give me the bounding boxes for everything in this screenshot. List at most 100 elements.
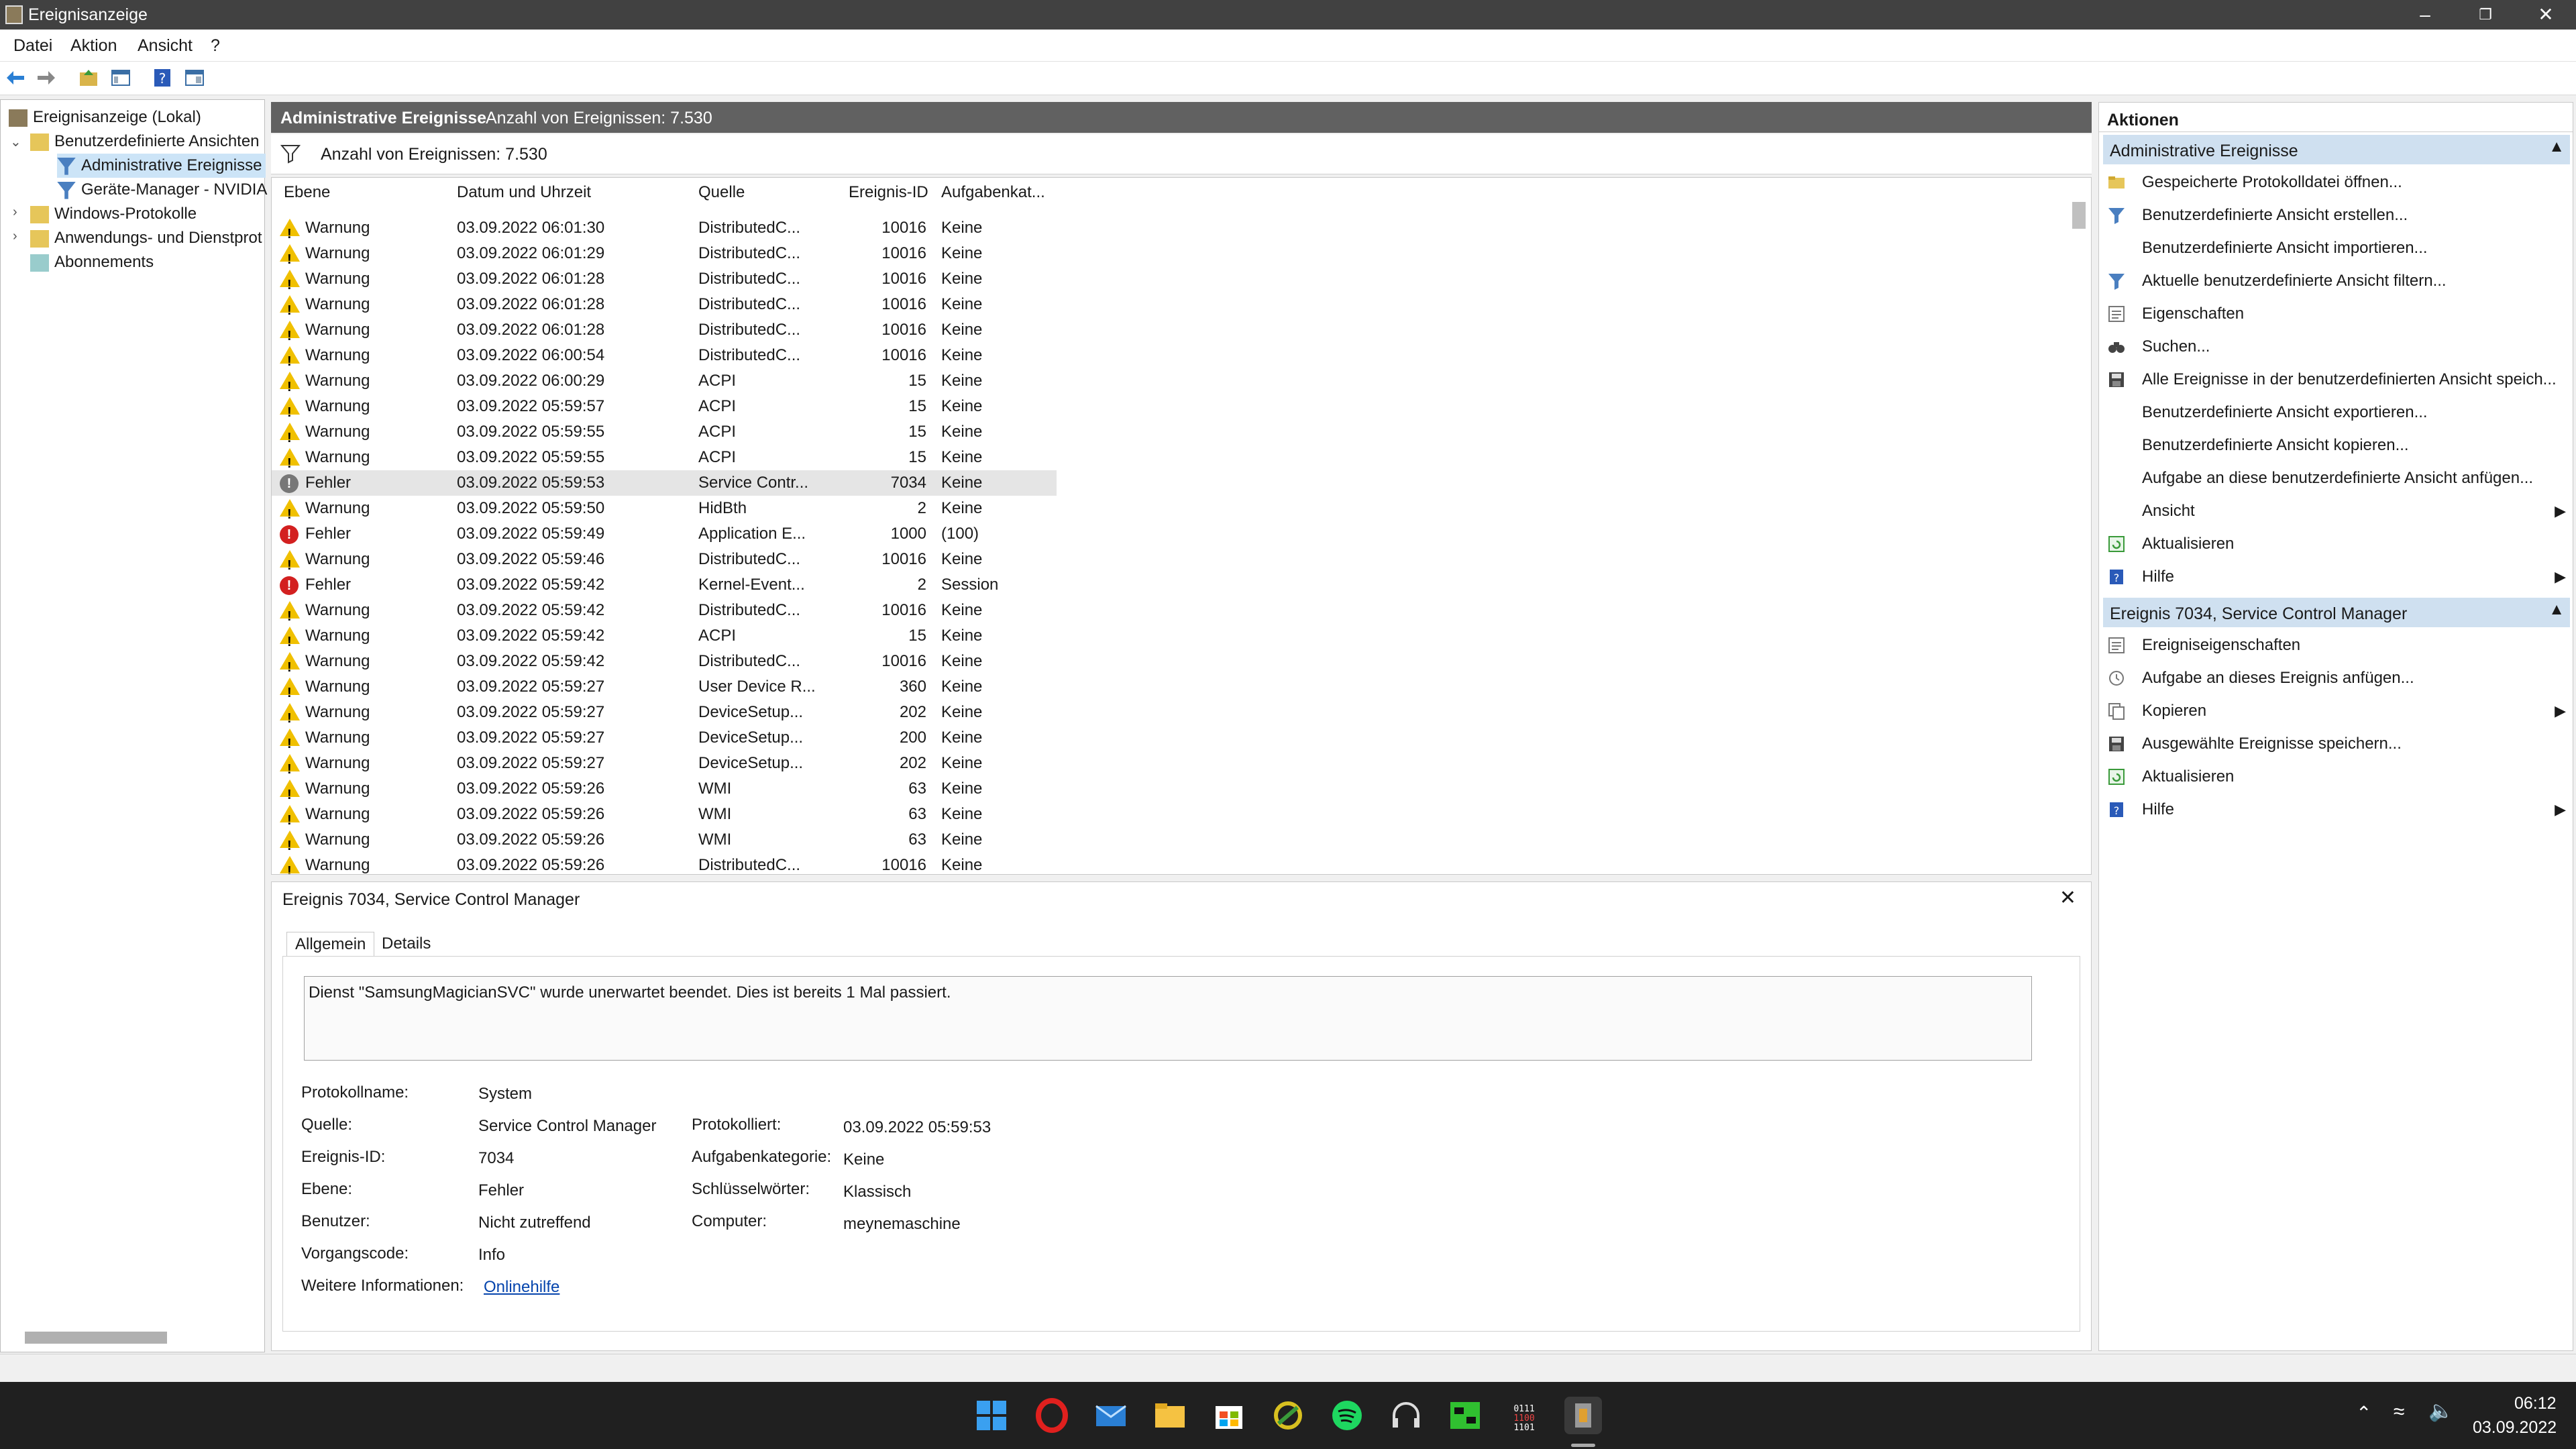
file-explorer-icon[interactable] (1151, 1397, 1189, 1434)
action-item[interactable]: Aufgabe an dieses Ereignis anfügen... (2099, 663, 2573, 694)
table-row[interactable]: Warnung 03.09.2022 05:59:27 DeviceSetup...… (272, 700, 1057, 731)
table-row[interactable]: Warnung 03.09.2022 05:59:27 DeviceSetup...… (272, 751, 1057, 782)
up-folder-icon[interactable] (78, 67, 99, 89)
action-item[interactable]: Suchen... (2099, 331, 2573, 362)
table-row[interactable]: ! Fehler 03.09.2022 05:59:53 Service Contr.… (272, 470, 1057, 496)
close-icon[interactable]: ✕ (2059, 886, 2076, 910)
table-row[interactable]: Warnung 03.09.2022 05:59:26 WMI 63 Keine (272, 827, 1057, 859)
binary-app-icon[interactable]: 011111001101 (1505, 1397, 1543, 1434)
table-row[interactable]: Warnung 03.09.2022 06:00:54 DistributedC..… (272, 343, 1057, 374)
table-row[interactable]: Warnung 03.09.2022 06:01:28 DistributedC..… (272, 317, 1057, 349)
tree-item-subscriptions[interactable]: Abonnements (30, 250, 154, 274)
table-row[interactable]: Warnung 03.09.2022 06:01:30 DistributedC..… (272, 215, 1057, 247)
restore-button[interactable]: ❐ (2455, 0, 2516, 30)
action-item[interactable]: Eigenschaften (2099, 299, 2573, 329)
chevron-down-icon[interactable]: ⌄ (10, 133, 21, 150)
table-row[interactable]: Warnung 03.09.2022 05:59:42 DistributedC..… (272, 598, 1057, 629)
action-item[interactable]: Benutzerdefinierte Ansicht exportieren..… (2099, 397, 2573, 428)
actions-section-admin-events[interactable]: Administrative Ereignisse ▲ (2103, 135, 2570, 164)
forward-arrow-icon[interactable] (35, 67, 56, 89)
speaker-icon[interactable]: 🔈 (2428, 1399, 2453, 1423)
chevron-up-icon[interactable]: ▲ (2548, 138, 2565, 156)
action-item[interactable]: Ansicht ▶ (2099, 496, 2573, 527)
tree-item-device-manager[interactable]: Geräte-Manager - NVIDIA (57, 178, 267, 202)
menu-help[interactable]: ? (211, 36, 220, 56)
table-row[interactable]: Warnung 03.09.2022 05:59:42 ACPI 15 Keine (272, 623, 1057, 655)
table-row[interactable]: Warnung 03.09.2022 05:59:55 ACPI 15 Keine (272, 419, 1057, 451)
action-item[interactable]: Gespeicherte Protokolldatei öffnen... (2099, 167, 2573, 198)
table-row[interactable]: Warnung 03.09.2022 05:59:26 DistributedC..… (272, 853, 1057, 874)
tab-allgemein[interactable]: Allgemein (286, 932, 375, 957)
help-icon[interactable]: ? (152, 67, 173, 89)
tree-item-app-service-logs[interactable]: Anwendungs- und Dienstprotokolle (30, 226, 262, 250)
column-event-id[interactable]: Ereignis-ID (849, 183, 928, 202)
back-arrow-icon[interactable] (5, 67, 27, 89)
action-item[interactable]: Benutzerdefinierte Ansicht erstellen... (2099, 200, 2573, 231)
clock-date[interactable]: 03.09.2022 (2473, 1418, 2557, 1438)
table-row[interactable]: Warnung 03.09.2022 05:59:26 WMI 63 Keine (272, 802, 1057, 833)
tab-details[interactable]: Details (374, 932, 439, 956)
action-item[interactable]: Kopieren ▶ (2099, 696, 2573, 727)
table-row[interactable]: Warnung 03.09.2022 05:59:46 DistributedC..… (272, 547, 1057, 578)
tree-item-custom-views[interactable]: Benutzerdefinierte Ansichten (30, 129, 260, 154)
show-hide-tree-icon[interactable] (110, 67, 131, 89)
table-row[interactable]: Warnung 03.09.2022 05:59:42 DistributedC..… (272, 649, 1057, 680)
event-viewer-taskbar-button[interactable] (1564, 1397, 1602, 1434)
menu-ansicht[interactable]: Ansicht (138, 36, 193, 56)
table-row[interactable]: Warnung 03.09.2022 05:59:27 User Device R.… (272, 674, 1057, 706)
chevron-up-icon[interactable]: ⌃ (2356, 1402, 2371, 1424)
menu-aktion[interactable]: Aktion (70, 36, 117, 56)
column-source[interactable]: Quelle (698, 183, 745, 202)
table-row[interactable]: ! Fehler 03.09.2022 05:59:49 Application E.… (272, 521, 1057, 547)
online-help-link[interactable]: Onlinehilfe (484, 1278, 559, 1297)
tree-horizontal-scrollbar[interactable] (25, 1332, 167, 1344)
table-row[interactable]: ! Fehler 03.09.2022 05:59:42 Kernel-Event..… (272, 572, 1057, 598)
table-row[interactable]: Warnung 03.09.2022 06:00:29 ACPI 15 Keine (272, 368, 1057, 400)
chevron-right-icon[interactable]: › (13, 205, 17, 220)
column-date[interactable]: Datum und Uhrzeit (457, 183, 591, 202)
table-row[interactable]: Warnung 03.09.2022 05:59:27 DeviceSetup...… (272, 725, 1057, 757)
show-hide-action-pane-icon[interactable] (184, 67, 205, 89)
action-item[interactable]: Benutzerdefinierte Ansicht importieren..… (2099, 233, 2573, 264)
close-button[interactable]: ✕ (2516, 0, 2576, 30)
table-row[interactable]: Warnung 03.09.2022 05:59:57 ACPI 15 Keine (272, 394, 1057, 425)
action-item[interactable]: Aktualisieren (2099, 761, 2573, 792)
spotify-icon[interactable] (1328, 1397, 1366, 1434)
clock-time[interactable]: 06:12 (2514, 1394, 2557, 1413)
action-item[interactable]: Benutzerdefinierte Ansicht kopieren... (2099, 430, 2573, 461)
action-item[interactable]: Ausgewählte Ereignisse speichern... (2099, 729, 2573, 759)
windows-start-icon[interactable] (973, 1397, 1010, 1434)
tree-item-windows-logs[interactable]: Windows-Protokolle (30, 202, 197, 226)
app-icon-green-terminal[interactable] (1446, 1397, 1484, 1434)
action-item[interactable]: Ereigniseigenschaften (2099, 630, 2573, 661)
headphones-icon[interactable] (1387, 1397, 1425, 1434)
table-row[interactable]: Warnung 03.09.2022 05:59:50 HidBth 2 Keine (272, 496, 1057, 527)
action-item[interactable]: Aktuelle benutzerdefinierte Ansicht filt… (2099, 266, 2573, 297)
tree-item-administrative-events[interactable]: Administrative Ereignisse (57, 154, 266, 178)
actions-section-event[interactable]: Ereignis 7034, Service Control Manager ▲ (2103, 598, 2570, 627)
action-item[interactable]: Alle Ereignisse in der benutzerdefiniert… (2099, 364, 2573, 395)
app-icon-yellow-green[interactable] (1269, 1397, 1307, 1434)
action-item[interactable]: Aktualisieren (2099, 529, 2573, 559)
wifi-icon[interactable]: ≈ (2394, 1401, 2404, 1424)
event-description[interactable]: Dienst "SamsungMagicianSVC" wurde unerwa… (304, 976, 2032, 1061)
table-row[interactable]: Warnung 03.09.2022 06:01:28 DistributedC..… (272, 266, 1057, 298)
action-item[interactable]: Aufgabe an diese benutzerdefinierte Ansi… (2099, 463, 2573, 494)
event-list-scrollbar-thumb[interactable] (2072, 202, 2086, 229)
chevron-right-icon[interactable]: › (13, 229, 17, 244)
opera-browser-icon[interactable] (1033, 1397, 1071, 1434)
chevron-up-icon[interactable]: ▲ (2548, 600, 2565, 619)
mail-icon[interactable] (1092, 1397, 1130, 1434)
action-item[interactable]: ? Hilfe ▶ (2099, 561, 2573, 592)
column-level[interactable]: Ebene (284, 183, 330, 202)
tree-root[interactable]: Ereignisanzeige (Lokal) (9, 105, 201, 129)
minimize-button[interactable]: – (2395, 0, 2455, 30)
action-item[interactable]: ? Hilfe ▶ (2099, 794, 2573, 825)
table-row[interactable]: Warnung 03.09.2022 05:59:55 ACPI 15 Keine (272, 445, 1057, 476)
table-row[interactable]: Warnung 03.09.2022 05:59:26 WMI 63 Keine (272, 776, 1057, 808)
table-row[interactable]: Warnung 03.09.2022 06:01:28 DistributedC..… (272, 292, 1057, 323)
menu-datei[interactable]: Datei (13, 36, 52, 56)
column-task-category[interactable]: Aufgabenkat... (941, 183, 1045, 202)
table-row[interactable]: Warnung 03.09.2022 06:01:29 DistributedC..… (272, 241, 1057, 272)
microsoft-store-icon[interactable] (1210, 1397, 1248, 1434)
